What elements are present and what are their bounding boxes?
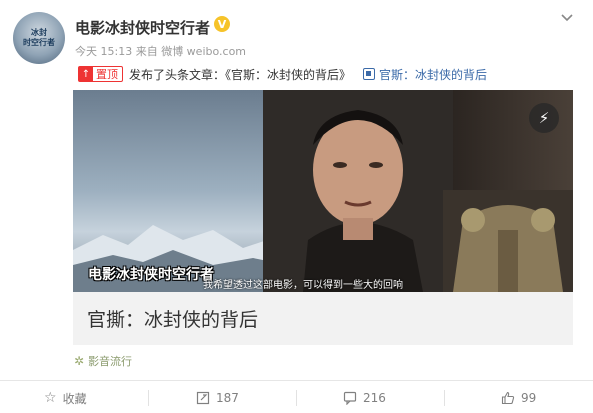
article-link[interactable]: 官斯：冰封侠的背后 [363,66,487,83]
like-button[interactable]: 99 [501,386,536,410]
post-text-line: ↑ 置顶 发布了头条文章：《官斯：冰封侠的背后》 官斯：冰封侠的背后 [78,65,487,83]
favorite-button[interactable]: ☆ 收藏 [44,386,87,410]
throne-illustration [443,190,573,292]
person-illustration [263,90,453,292]
thumbs-up-icon [501,391,515,405]
action-separator [444,390,445,406]
repost-count: 187 [216,391,239,405]
share-icon [196,391,210,405]
article-icon [363,68,376,80]
post-meta: 今天 15:13 来自 微博 weibo.com [75,45,247,58]
article-link-label: 官斯：冰封侠的背后 [379,67,488,82]
comment-button[interactable]: 216 [343,386,386,410]
like-count: 99 [521,391,537,405]
pin-icon: ↑ [79,67,93,81]
comment-icon [343,391,357,405]
star-icon: ☆ [44,390,57,406]
chevron-down-icon[interactable] [559,10,575,26]
source-tag[interactable]: ✲ 影音流行 [74,353,132,369]
comment-count: 216 [363,391,386,405]
article-cover-image: ⚡ 电影冰封侠时空行者 我希望透过这部电影，可以得到一些大的回响 [73,90,573,292]
pinned-badge: ↑ 置顶 [78,66,123,82]
article-title[interactable]: 官撕：冰封侠的背后 [87,305,258,332]
avatar[interactable]: 冰封 时空行者 [13,12,65,64]
username[interactable]: 电影冰封侠时空行者 [75,17,210,38]
verified-badge-icon: V [214,16,230,32]
favorite-label: 收藏 [62,391,87,406]
sparkle-icon: ✲ [74,354,85,368]
pinned-label: 置顶 [96,68,118,81]
weibo-post: 冰封 时空行者 电影冰封侠时空行者 V 今天 15:13 来自 微博 weibo… [0,0,593,413]
lightning-icon[interactable]: ⚡ [529,103,559,133]
post-text: 发布了头条文章：《官斯：冰封侠的背后》 [129,67,352,82]
video-watermark: 电影冰封侠时空行者 [88,267,214,283]
avatar-text: 冰封 时空行者 [23,28,55,47]
repost-button[interactable]: 187 [196,386,239,410]
action-separator [148,390,149,406]
video-subtitle: 我希望透过这部电影，可以得到一些大的回响 [203,280,403,291]
action-separator [296,390,297,406]
source-label: 影音流行 [88,355,133,368]
divider [0,380,593,381]
article-card[interactable]: ⚡ 电影冰封侠时空行者 我希望透过这部电影，可以得到一些大的回响 官撕：冰封侠的… [73,90,573,345]
